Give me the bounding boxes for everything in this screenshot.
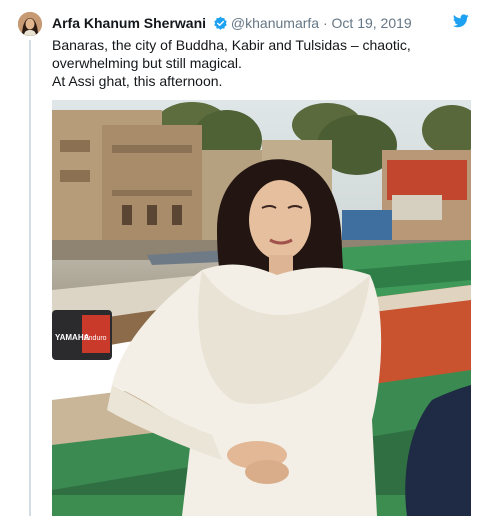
motor-model: Enduro bbox=[84, 335, 107, 342]
tweet-text-line: Banaras, the city of Buddha, Kabir and T… bbox=[52, 37, 411, 53]
tweet-text: Banaras, the city of Buddha, Kabir and T… bbox=[52, 36, 462, 90]
tweet-date[interactable]: Oct 19, 2019 bbox=[332, 15, 412, 31]
author-name[interactable]: Arfa Khanum Sherwani bbox=[52, 15, 206, 31]
tweet-photo[interactable]: YAMAHA Enduro bbox=[52, 100, 471, 516]
tweet-header: Arfa Khanum Sherwani @khanumarfa · Oct 1… bbox=[52, 14, 469, 32]
avatar[interactable] bbox=[18, 12, 42, 36]
verified-badge-icon bbox=[213, 16, 228, 35]
author-handle[interactable]: @khanumarfa bbox=[231, 15, 319, 31]
tweet-text-line: overwhelming but still magical. bbox=[52, 55, 242, 71]
twitter-bird-icon[interactable] bbox=[452, 14, 469, 33]
thread-line bbox=[29, 40, 31, 516]
tweet-text-line: At Assi ghat, this afternoon. bbox=[52, 73, 223, 89]
separator-dot: · bbox=[322, 15, 328, 31]
